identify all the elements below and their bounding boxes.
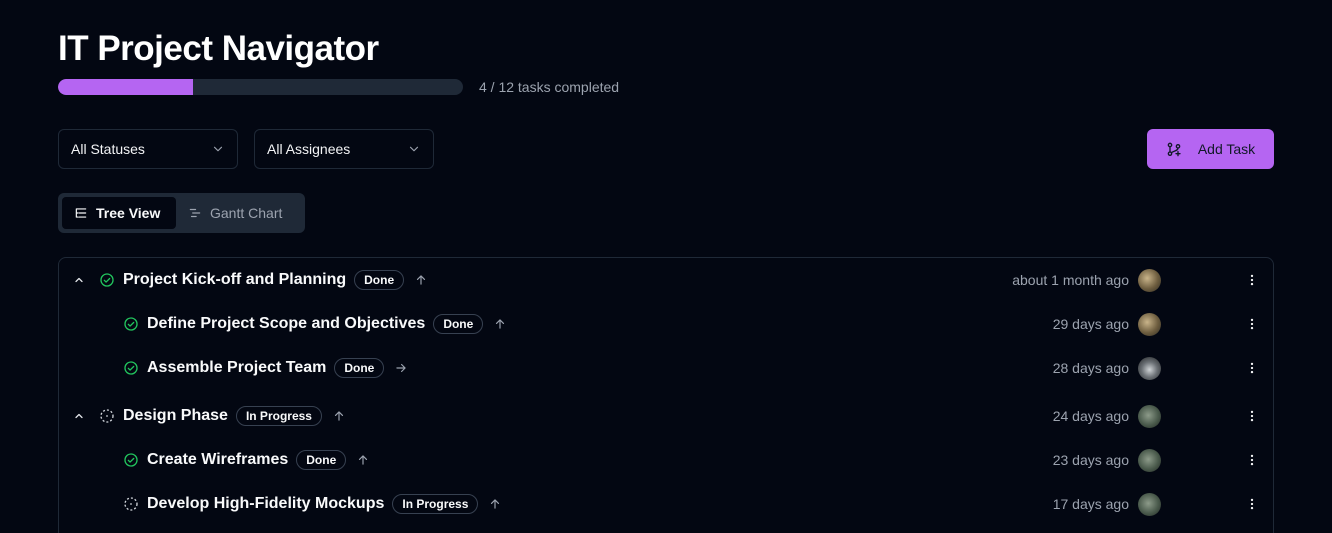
check-circle-icon — [124, 361, 138, 375]
task-updated-time: 24 days ago — [1052, 408, 1129, 424]
status-badge: Done — [354, 270, 405, 290]
task-tree: Project Kick-off and Planning Done about 1… — [58, 257, 1274, 533]
chevron-down-icon — [409, 146, 419, 152]
progress-bar-fill — [58, 79, 193, 95]
task-main: Define Project Scope and Objectives Done — [147, 314, 507, 334]
view-tabs: Tree View Gantt Chart — [58, 193, 305, 233]
arrow-up-icon — [359, 455, 368, 465]
arrow-up-icon — [491, 499, 500, 509]
task-row[interactable]: Develop High-Fidelity Mockups In Progress… — [59, 482, 1273, 526]
task-title[interactable]: Assemble Project Team — [147, 359, 326, 377]
status-badge: Done — [433, 314, 484, 334]
more-vertical-icon[interactable] — [1245, 273, 1259, 287]
more-vertical-icon[interactable] — [1245, 453, 1259, 467]
chevron-down-icon — [213, 146, 223, 152]
more-vertical-icon[interactable] — [1245, 409, 1259, 423]
task-updated-time: 28 days ago — [1052, 360, 1129, 376]
task-main: Assemble Project Team Done — [147, 358, 408, 378]
task-row[interactable]: Project Kick-off and Planning Done about 1… — [59, 258, 1273, 302]
chevron-up-icon — [75, 413, 83, 419]
arrow-up-icon — [496, 319, 505, 329]
assignee-avatar[interactable] — [1138, 356, 1161, 380]
check-circle-icon — [124, 453, 138, 467]
task-updated-time: 17 days ago — [1052, 496, 1129, 512]
assignee-avatar[interactable] — [1138, 312, 1161, 336]
git-branch-plus-icon — [1167, 142, 1181, 157]
progress-bar — [58, 79, 463, 95]
task-title[interactable]: Define Project Scope and Objectives — [147, 315, 425, 333]
assignee-filter-value: All Assignees — [267, 141, 351, 157]
task-row[interactable]: Create Wireframes Done 23 days ago — [59, 438, 1273, 482]
arrow-right-icon — [396, 363, 407, 373]
status-filter-value: All Statuses — [71, 141, 145, 157]
task-main: Create Wireframes Done — [147, 450, 370, 470]
arrow-up-icon — [417, 275, 426, 285]
task-main: Project Kick-off and Planning Done — [123, 270, 428, 290]
tab-gantt-chart[interactable]: Gantt Chart — [176, 197, 294, 229]
task-row[interactable]: Assemble Project Team Done 28 days ago — [59, 346, 1273, 390]
status-badge: In Progress — [235, 406, 322, 426]
task-title[interactable]: Create Wireframes — [147, 451, 288, 469]
task-main: Develop High-Fidelity Mockups In Progress — [147, 494, 502, 514]
progress-text: 4 / 12 tasks completed — [479, 79, 620, 95]
assignee-avatar[interactable] — [1138, 404, 1161, 428]
task-updated-time: about 1 month ago — [1012, 272, 1129, 288]
task-updated-time: 23 days ago — [1052, 452, 1129, 468]
list-tree-icon — [75, 208, 87, 218]
task-main: Design Phase In Progress — [123, 406, 346, 426]
task-title[interactable]: Design Phase — [123, 407, 228, 425]
tab-tree-view-label: Tree View — [96, 205, 161, 221]
add-task-label: Add Task — [1197, 141, 1256, 157]
more-vertical-icon[interactable] — [1245, 497, 1259, 511]
task-title[interactable]: Project Kick-off and Planning — [123, 271, 346, 289]
task-row[interactable]: Define Project Scope and Objectives Done 2… — [59, 302, 1273, 346]
page: IT Project Navigator 4 / 12 tasks comple… — [0, 0, 1332, 533]
check-circle-icon — [100, 273, 114, 287]
tab-tree-view[interactable]: Tree View — [62, 197, 176, 229]
more-vertical-icon[interactable] — [1245, 317, 1259, 331]
status-badge: Done — [334, 358, 385, 378]
tab-gantt-chart-label: Gantt Chart — [210, 205, 283, 221]
dashed-circle-icon — [100, 409, 114, 423]
task-row[interactable]: Design Phase In Progress 24 days ago — [59, 394, 1273, 438]
assignee-avatar[interactable] — [1138, 492, 1161, 516]
status-badge: Done — [296, 450, 347, 470]
dashed-circle-icon — [124, 497, 138, 511]
assignee-avatar[interactable] — [1138, 448, 1161, 472]
add-task-button[interactable]: Add Task — [1147, 129, 1274, 169]
chevron-up-icon — [75, 277, 83, 283]
gantt-chart-icon — [189, 208, 201, 218]
status-badge: In Progress — [392, 494, 479, 514]
check-circle-icon — [124, 317, 138, 331]
assignee-avatar[interactable] — [1138, 268, 1161, 292]
status-filter-select[interactable]: All Statuses — [58, 129, 238, 169]
collapse-toggle[interactable] — [73, 410, 85, 422]
page-title: IT Project Navigator — [58, 29, 379, 68]
more-vertical-icon[interactable] — [1245, 361, 1259, 375]
assignee-filter-select[interactable]: All Assignees — [254, 129, 434, 169]
arrow-up-icon — [334, 411, 344, 421]
collapse-toggle[interactable] — [73, 274, 85, 286]
task-title[interactable]: Develop High-Fidelity Mockups — [147, 495, 384, 513]
task-updated-time: 29 days ago — [1052, 316, 1129, 332]
